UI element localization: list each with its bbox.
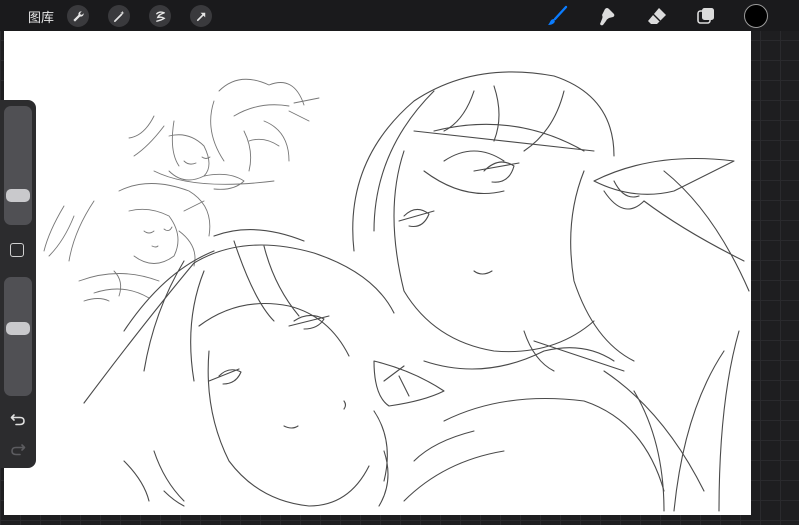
thumbnail-sketch-top: [128, 78, 320, 190]
drawing-canvas[interactable]: [4, 31, 751, 515]
left-character-sketch: [83, 229, 445, 507]
brush-size-slider-thumb[interactable]: [6, 188, 30, 202]
smudge-tool-button[interactable]: [595, 4, 619, 28]
redo-button[interactable]: [8, 440, 28, 458]
thumbnail-sketch-bottom: [43, 183, 211, 302]
undo-icon: [10, 414, 25, 426]
color-picker-swatch[interactable]: [744, 4, 768, 28]
modify-button[interactable]: [10, 243, 24, 257]
brush-icon: [548, 5, 568, 25]
brush-tool-button[interactable]: [546, 4, 570, 28]
right-character-sketch: [352, 71, 750, 512]
transform-arrow-icon: [196, 12, 205, 21]
wrench-icon: [72, 10, 84, 22]
top-toolbar: 图库: [0, 0, 799, 31]
selection-button[interactable]: [149, 5, 171, 27]
transform-button[interactable]: [190, 5, 212, 27]
eraser-icon: [648, 8, 666, 24]
layers-button[interactable]: [694, 4, 718, 28]
adjustments-button[interactable]: [108, 5, 130, 27]
layers-icon: [697, 8, 714, 24]
opacity-slider-thumb[interactable]: [6, 321, 30, 335]
eraser-tool-button[interactable]: [645, 4, 669, 28]
smudge-icon: [600, 8, 615, 26]
undo-button[interactable]: [8, 410, 28, 428]
sketch-artwork: [43, 71, 750, 512]
gallery-link[interactable]: 图库: [28, 7, 54, 26]
opacity-slider[interactable]: [4, 277, 32, 396]
left-sidebar: [0, 100, 36, 468]
selection-icon: [155, 10, 165, 22]
brush-size-slider[interactable]: [4, 106, 32, 225]
magic-wand-icon: [113, 10, 124, 22]
actions-button[interactable]: [67, 5, 89, 27]
redo-icon: [11, 444, 26, 456]
